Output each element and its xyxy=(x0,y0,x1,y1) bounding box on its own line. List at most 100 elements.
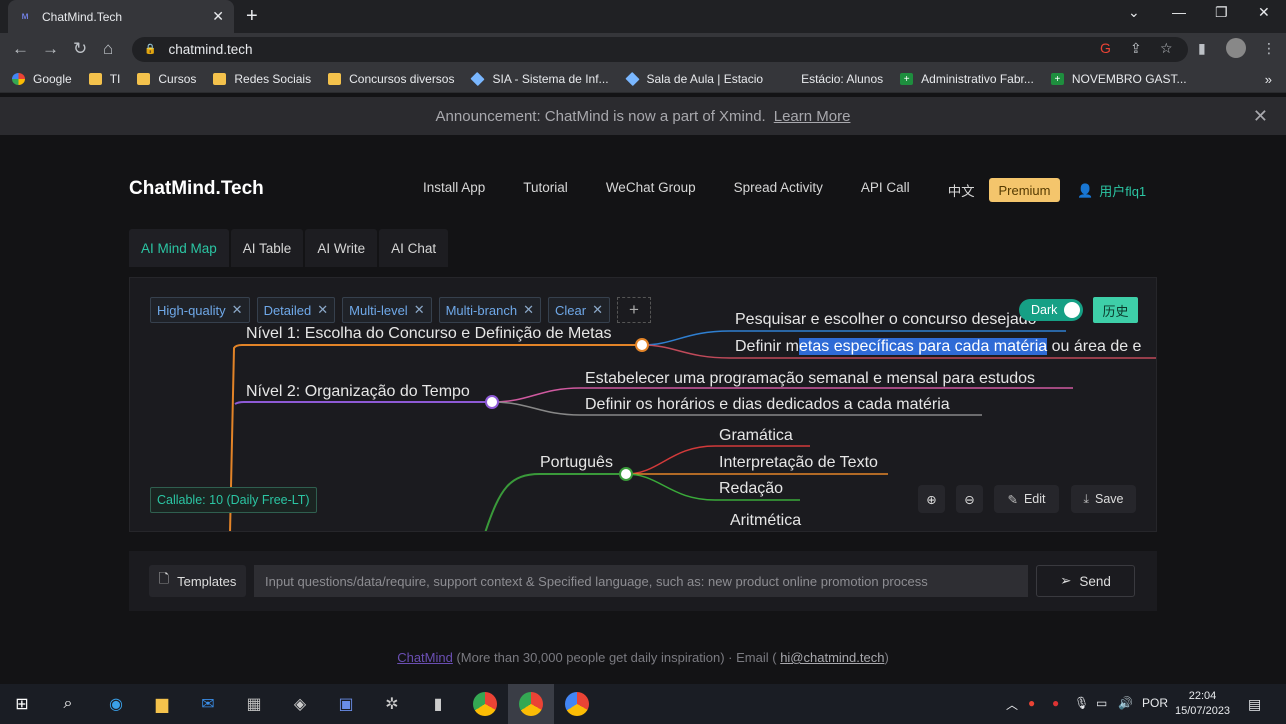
google-lens-icon[interactable]: G xyxy=(1100,40,1111,56)
windows-start-icon[interactable]: ⊞ xyxy=(10,692,34,716)
tray-record-icon[interactable]: ● xyxy=(1052,696,1059,710)
nav-tutorial[interactable]: Tutorial xyxy=(523,180,568,200)
chrome-canary-icon[interactable] xyxy=(565,692,589,716)
home-icon[interactable]: ⌂ xyxy=(103,39,113,59)
window-close-icon[interactable]: ✕ xyxy=(1258,4,1270,21)
recorder-icon[interactable]: ▮ xyxy=(426,692,450,716)
app-icon[interactable]: ◈ xyxy=(288,692,312,716)
remove-chip-icon[interactable]: ✕ xyxy=(414,302,425,318)
notifications-icon[interactable]: ▤ xyxy=(1248,696,1261,713)
node-aritmetica[interactable]: Aritmética xyxy=(730,512,801,530)
chip-clear[interactable]: Clear ✕ xyxy=(548,297,611,323)
tab-search-icon[interactable]: ⌄ xyxy=(1128,4,1140,21)
close-announcement-icon[interactable]: ✕ xyxy=(1253,106,1268,127)
chip-multi-level[interactable]: Multi-level ✕ xyxy=(342,297,432,323)
menu-kebab-icon[interactable]: ⋮ xyxy=(1262,40,1276,57)
volume-icon[interactable]: 🔊 xyxy=(1118,696,1133,710)
node-l2-child1[interactable]: Estabelecer uma programação semanal e me… xyxy=(585,370,1035,388)
tray-expand-icon[interactable]: ︿ xyxy=(1006,696,1018,713)
more-bookmarks-icon[interactable]: » xyxy=(1265,72,1272,87)
chip-multi-branch[interactable]: Multi-branch ✕ xyxy=(438,297,542,323)
dark-mode-toggle[interactable]: Dark xyxy=(1019,299,1083,321)
network-icon[interactable]: ▭ xyxy=(1096,696,1107,710)
language-indicator[interactable]: POR xyxy=(1142,696,1168,710)
bookmark-item[interactable]: Estácio: Alunos xyxy=(780,72,883,86)
zoom-out-icon[interactable]: ⊖ xyxy=(956,485,983,513)
bookmark-star-icon[interactable]: ☆ xyxy=(1160,40,1173,57)
premium-button[interactable]: Premium xyxy=(989,178,1060,202)
nav-language[interactable]: 中文 xyxy=(948,180,975,200)
reload-icon[interactable]: ↻ xyxy=(73,39,87,59)
history-button[interactable]: 历史 xyxy=(1093,297,1138,323)
close-tab-icon[interactable]: ✕ xyxy=(212,8,224,25)
bookmark-item[interactable]: SIA - Sistema de Inf... xyxy=(470,71,609,87)
learn-more-link[interactable]: Learn More xyxy=(774,108,851,125)
send-button[interactable]: ➢ Send xyxy=(1036,565,1135,597)
node-portugues[interactable]: Português xyxy=(540,454,613,472)
bookmark-item[interactable]: + NOVEMBRO GAST... xyxy=(1050,72,1187,86)
node-l1-child1[interactable]: Pesquisar e escolher o concurso desejado xyxy=(735,311,1037,329)
chrome-active-icon[interactable] xyxy=(519,692,543,716)
bookmark-item[interactable]: Sala de Aula | Estacio xyxy=(624,71,763,87)
tab-ai-table[interactable]: AI Table xyxy=(230,229,304,267)
nav-api-call[interactable]: API Call xyxy=(861,180,910,200)
node-gramatica[interactable]: Gramática xyxy=(719,427,793,445)
tab-ai-chat[interactable]: AI Chat xyxy=(379,229,449,267)
sidepanel-icon[interactable]: ▮ xyxy=(1198,40,1206,57)
tab-ai-write[interactable]: AI Write xyxy=(305,229,378,267)
node-l2-child2[interactable]: Definir os horários e dias dedicados a c… xyxy=(585,396,950,414)
node-interpretacao[interactable]: Interpretação de Texto xyxy=(719,454,878,472)
add-chip-icon[interactable]: + xyxy=(617,297,652,323)
bookmark-item[interactable]: Redes Sociais xyxy=(213,72,311,86)
nav-spread-activity[interactable]: Spread Activity xyxy=(734,180,823,200)
address-bar[interactable]: 🔒 chatmind.tech xyxy=(132,37,1188,62)
edit-button[interactable]: ✎ Edit xyxy=(994,485,1059,513)
bookmark-item[interactable]: TI xyxy=(88,72,120,86)
bookmark-item[interactable]: + Administrativo Fabr... xyxy=(900,72,1034,86)
profile-avatar[interactable] xyxy=(1226,38,1246,58)
footer-brand-link[interactable]: ChatMind xyxy=(397,650,453,665)
chip-high-quality[interactable]: High-quality ✕ xyxy=(150,297,250,323)
forward-icon[interactable]: → xyxy=(42,39,59,59)
nav-install-app[interactable]: Install App xyxy=(423,180,485,200)
back-icon[interactable]: ← xyxy=(12,39,29,59)
chrome-icon[interactable] xyxy=(473,692,497,716)
minimize-icon[interactable]: — xyxy=(1172,4,1186,20)
bookmark-item[interactable]: Concursos diversos xyxy=(328,72,454,86)
footer-email-link[interactable]: hi@chatmind.tech xyxy=(780,650,884,665)
nav-wechat-group[interactable]: WeChat Group xyxy=(606,180,696,200)
edge-icon[interactable]: ◉ xyxy=(104,692,128,716)
mindmap-canvas[interactable]: Nível 1: Escolha do Concurso e Definição… xyxy=(129,277,1157,532)
save-button[interactable]: ⤓ Save xyxy=(1071,485,1136,513)
remove-chip-icon[interactable]: ✕ xyxy=(317,302,328,318)
remove-chip-icon[interactable]: ✕ xyxy=(232,302,243,318)
maximize-icon[interactable]: ❐ xyxy=(1215,4,1228,21)
file-explorer-icon[interactable]: ▆ xyxy=(150,692,174,716)
user-menu[interactable]: 👤 用户flq1 xyxy=(1077,181,1146,200)
node-redacao[interactable]: Redação xyxy=(719,480,783,498)
templates-button[interactable]: 🗋 Templates xyxy=(149,565,246,597)
chip-detailed[interactable]: Detailed ✕ xyxy=(256,297,336,323)
node-l1-child2[interactable]: Definir metas específicas para cada maté… xyxy=(735,338,1141,356)
remove-chip-icon[interactable]: ✕ xyxy=(523,302,534,318)
remote-desktop-icon[interactable]: ▣ xyxy=(334,692,358,716)
new-tab-icon[interactable]: + xyxy=(246,5,258,28)
remove-chip-icon[interactable]: ✕ xyxy=(592,302,603,318)
zoom-in-icon[interactable]: ⊕ xyxy=(918,485,945,513)
site-logo[interactable]: ChatMind.Tech xyxy=(129,178,264,200)
tab-ai-mind-map[interactable]: AI Mind Map xyxy=(129,229,229,267)
tray-chrome-icon[interactable]: ● xyxy=(1028,696,1035,710)
mail-icon[interactable]: ✉ xyxy=(196,692,220,716)
calculator-icon[interactable]: ▦ xyxy=(242,692,266,716)
bookmark-item[interactable]: Cursos xyxy=(137,72,196,86)
clock[interactable]: 22:04 15/07/2023 xyxy=(1175,689,1230,719)
browser-tab[interactable]: ᴍ ChatMind.Tech ✕ xyxy=(8,0,234,33)
tool-icon[interactable]: ✲ xyxy=(380,692,404,716)
node-level1[interactable]: Nível 1: Escolha do Concurso e Definição… xyxy=(246,325,612,343)
node-level2[interactable]: Nível 2: Organização do Tempo xyxy=(246,383,470,401)
search-icon[interactable]: ⌕ xyxy=(56,692,80,716)
microphone-icon[interactable]: 🎙 xyxy=(1074,696,1089,710)
prompt-input[interactable] xyxy=(254,565,1028,597)
bookmark-item[interactable]: Google xyxy=(12,72,72,86)
share-icon[interactable]: ⇪ xyxy=(1130,40,1142,57)
